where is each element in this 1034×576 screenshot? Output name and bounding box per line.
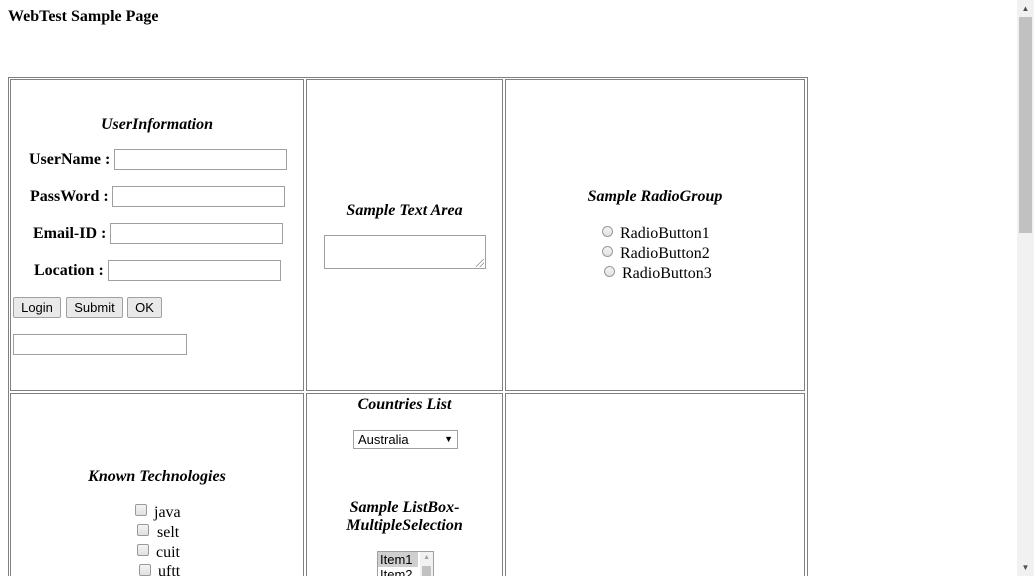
- countries-select[interactable]: Australia ▼: [353, 430, 458, 449]
- empty-cell: [505, 393, 805, 576]
- page-scroll-thumb[interactable]: [1019, 17, 1032, 233]
- password-input[interactable]: [112, 186, 285, 207]
- password-label: PassWord :: [30, 188, 109, 205]
- location-input[interactable]: [108, 260, 281, 281]
- resize-grip-icon[interactable]: [476, 259, 484, 267]
- extra-input[interactable]: [13, 334, 187, 355]
- submit-button[interactable]: Submit: [66, 297, 123, 318]
- listbox-heading-line1: Sample ListBox-: [349, 499, 460, 516]
- checkbox-label-selt: selt: [157, 524, 180, 541]
- login-button[interactable]: Login: [13, 297, 61, 318]
- arrow-up-icon[interactable]: ▲: [423, 554, 430, 561]
- sample-listbox[interactable]: Item1 Item2 ▲: [377, 551, 434, 576]
- listbox-scrollbar[interactable]: ▲: [420, 552, 433, 576]
- text-area-heading: Sample Text Area: [346, 202, 463, 219]
- location-label: Location :: [34, 262, 104, 279]
- countries-selected-value: Australia: [358, 432, 409, 447]
- technologies-heading: Known Technologies: [88, 468, 226, 485]
- radio-button-1[interactable]: [602, 226, 613, 237]
- radio-label-2: RadioButton2: [620, 245, 710, 262]
- radio-group-cell: Sample RadioGroup RadioButton1 RadioButt…: [505, 79, 805, 391]
- checkbox-java[interactable]: [135, 504, 147, 516]
- radio-group-heading: Sample RadioGroup: [587, 188, 723, 205]
- technologies-cell: Known Technologies java selt cuit uftt: [10, 393, 304, 576]
- page-title: WebTest Sample Page: [8, 8, 159, 25]
- username-label: UserName :: [29, 151, 111, 168]
- text-area-cell: Sample Text Area: [306, 79, 503, 391]
- chevron-down-icon: ▼: [444, 434, 453, 444]
- listbox-scroll-thumb[interactable]: [422, 566, 431, 576]
- user-info-heading: UserInformation: [100, 116, 214, 133]
- checkbox-label-java: java: [154, 504, 181, 521]
- email-label: Email-ID :: [33, 225, 107, 242]
- countries-cell: Countries List Australia ▼ Sample ListBo…: [306, 393, 503, 576]
- checkbox-selt[interactable]: [137, 524, 149, 536]
- arrow-down-icon[interactable]: ▼: [1017, 559, 1034, 576]
- checkbox-label-uftt: uftt: [158, 563, 181, 576]
- checkbox-uftt[interactable]: [139, 564, 151, 576]
- username-input[interactable]: [114, 149, 287, 170]
- arrow-up-icon[interactable]: ▲: [1017, 0, 1034, 17]
- checkbox-cuit[interactable]: [137, 544, 149, 556]
- list-item[interactable]: Item1: [378, 552, 418, 567]
- checkbox-label-cuit: cuit: [156, 544, 180, 561]
- radio-button-2[interactable]: [602, 246, 613, 257]
- user-info-cell: UserInformation UserName : PassWord : Em…: [10, 79, 304, 391]
- page-scrollbar[interactable]: ▲ ▼: [1017, 0, 1034, 576]
- radio-label-3: RadioButton3: [622, 265, 712, 282]
- list-item[interactable]: Item2: [378, 567, 418, 576]
- email-input[interactable]: [110, 223, 283, 244]
- ok-button[interactable]: OK: [127, 297, 162, 318]
- radio-button-3[interactable]: [604, 266, 615, 277]
- countries-heading: Countries List: [357, 396, 452, 413]
- page: WebTest Sample Page UserInformation User…: [0, 0, 1034, 576]
- listbox-heading-line2: MultipleSelection: [346, 517, 463, 534]
- radio-label-1: RadioButton1: [620, 225, 710, 242]
- sample-textarea[interactable]: [324, 235, 486, 269]
